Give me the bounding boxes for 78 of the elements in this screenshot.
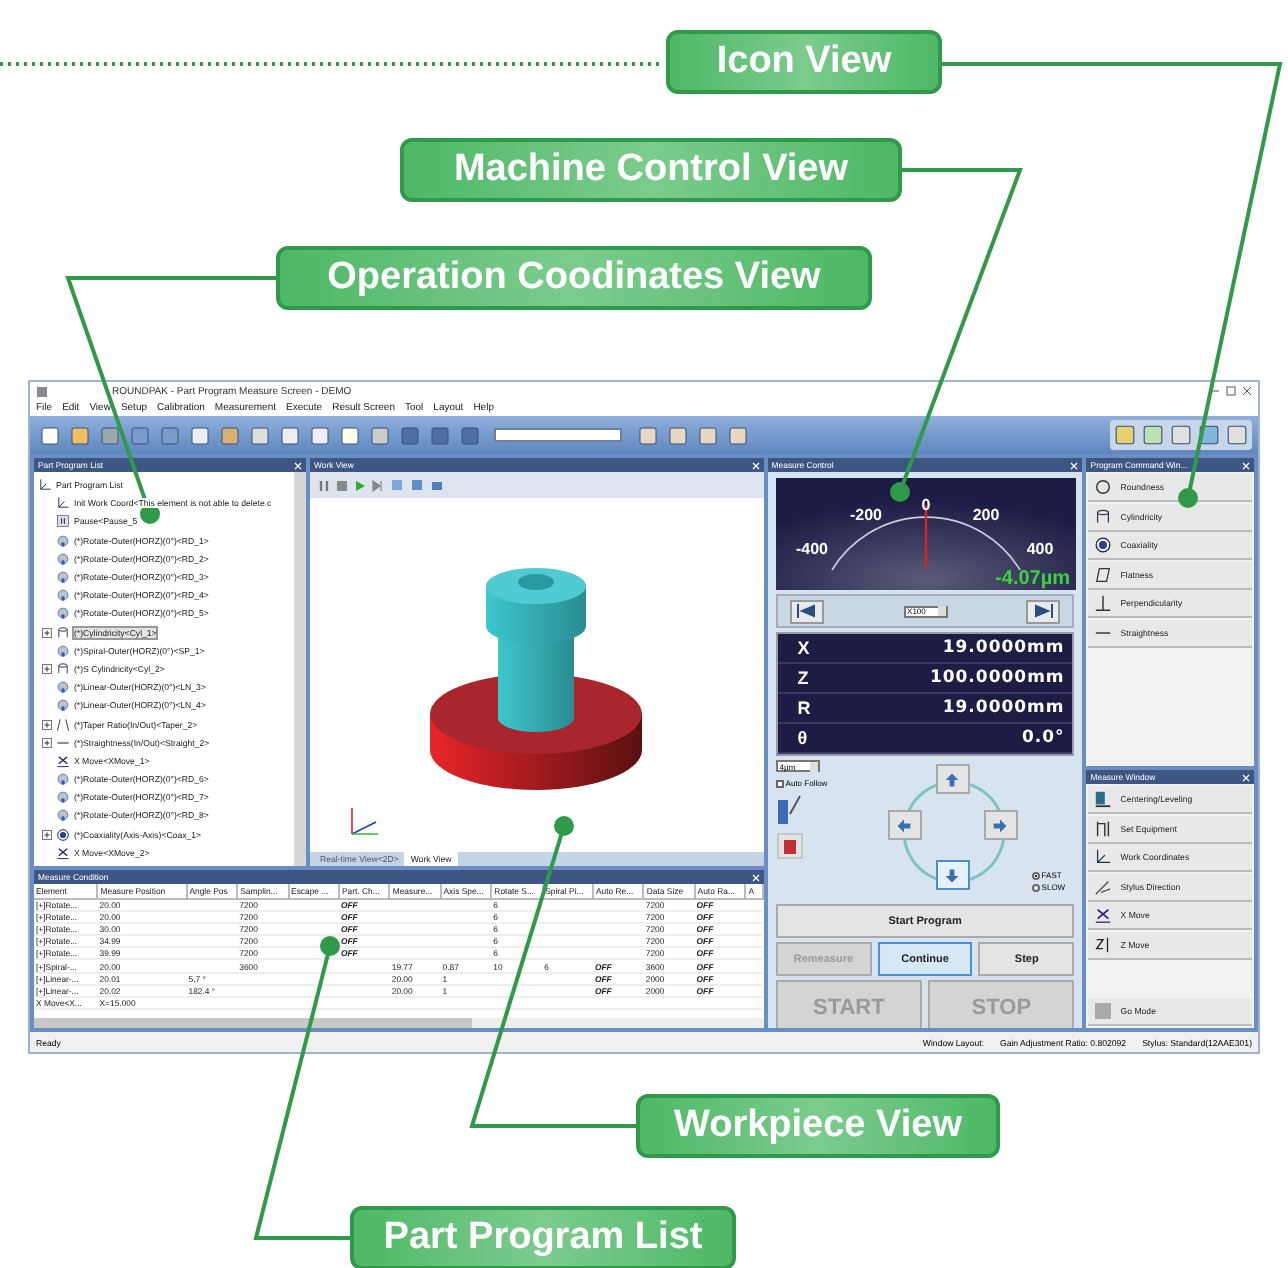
jog-button[interactable] bbox=[935, 860, 970, 890]
expand-toggle-icon[interactable] bbox=[42, 663, 52, 674]
rotate-icon bbox=[56, 772, 70, 787]
expand-toggle-icon[interactable] bbox=[42, 737, 52, 748]
stylus-icon bbox=[775, 794, 804, 826]
cylindricity-icon bbox=[1094, 507, 1113, 525]
cylindricity-icon bbox=[56, 661, 70, 676]
centering-icon bbox=[1094, 790, 1113, 808]
callout-label: Part Program List bbox=[350, 1206, 736, 1268]
axis-label: R bbox=[797, 698, 811, 718]
move-icon bbox=[56, 845, 70, 860]
scale-label: 0 bbox=[921, 496, 931, 514]
previous-button[interactable] bbox=[789, 599, 824, 623]
right-arrow-icon bbox=[992, 817, 1009, 833]
scale-label: 400 bbox=[1026, 540, 1053, 558]
rotate-icon bbox=[56, 606, 70, 621]
coordinates-icon bbox=[1094, 848, 1113, 866]
expand-toggle-icon[interactable] bbox=[42, 719, 52, 730]
skip-icon[interactable] bbox=[372, 479, 384, 491]
coaxiality-icon bbox=[1094, 536, 1113, 554]
tool-icon[interactable] bbox=[775, 832, 804, 860]
rotate-icon bbox=[56, 808, 70, 823]
deviation-reading: -4.07µm bbox=[994, 568, 1070, 590]
left-arrow-icon bbox=[896, 817, 913, 833]
scale-label: 200 bbox=[972, 506, 999, 524]
rotate-icon bbox=[56, 680, 70, 695]
callout-label: Machine Control View bbox=[400, 138, 902, 202]
coord-icon bbox=[38, 478, 52, 493]
callout-label: Workpiece View bbox=[636, 1094, 1000, 1158]
pause-icon bbox=[56, 514, 70, 529]
perpendicularity-icon bbox=[1094, 594, 1113, 612]
rotate-icon bbox=[56, 588, 70, 603]
move-icon bbox=[56, 753, 70, 768]
down-arrow-icon bbox=[944, 867, 961, 883]
scale-label: -200 bbox=[849, 506, 882, 524]
skip-forward-icon bbox=[1033, 604, 1054, 618]
rotate-icon bbox=[56, 551, 70, 566]
rotate-icon bbox=[56, 698, 70, 713]
axis-label: θ bbox=[797, 728, 808, 748]
play-icon[interactable] bbox=[354, 479, 366, 491]
expand-toggle-icon[interactable] bbox=[42, 829, 52, 840]
rotate-icon bbox=[56, 790, 70, 805]
rotate-icon bbox=[56, 570, 70, 585]
pause-icon[interactable] bbox=[318, 479, 330, 491]
skip-back-icon bbox=[796, 604, 817, 618]
axis-value: 100.0000mm bbox=[929, 668, 1065, 688]
axis-label: X bbox=[797, 638, 810, 658]
toolbar-dropdown[interactable] bbox=[494, 428, 622, 442]
x-move-icon bbox=[1094, 906, 1113, 924]
jog-button[interactable] bbox=[887, 810, 922, 840]
rotate-icon bbox=[56, 533, 70, 548]
jog-button[interactable] bbox=[983, 810, 1018, 840]
axis-value: 0.0° bbox=[1021, 728, 1065, 748]
minimize-icon[interactable] bbox=[1210, 386, 1220, 396]
z-move-icon bbox=[1094, 935, 1113, 953]
axis-value: 19.0000mm bbox=[942, 638, 1065, 658]
coord-icon bbox=[56, 496, 70, 511]
stop-icon[interactable] bbox=[336, 479, 348, 491]
rotate-icon bbox=[56, 643, 70, 658]
stylus-icon bbox=[1094, 877, 1113, 895]
close-icon[interactable] bbox=[1242, 386, 1252, 396]
axis-label: Z bbox=[797, 668, 809, 688]
callout-label: Icon View bbox=[666, 30, 942, 94]
equipment-icon bbox=[1094, 819, 1113, 837]
up-arrow-icon bbox=[944, 771, 961, 787]
horizontal-scrollbar[interactable] bbox=[34, 1018, 764, 1028]
next-button[interactable] bbox=[1026, 599, 1061, 623]
maximize-icon[interactable] bbox=[1226, 386, 1236, 396]
expand-toggle-icon[interactable] bbox=[42, 627, 52, 638]
cylindricity-icon bbox=[56, 625, 70, 640]
jog-button[interactable] bbox=[935, 764, 970, 794]
flatness-icon bbox=[1094, 565, 1113, 583]
taper-icon bbox=[56, 717, 70, 732]
scale-label: -400 bbox=[795, 540, 828, 558]
callout-label: Operation Coodinates View bbox=[276, 246, 872, 310]
roundness-icon bbox=[1094, 478, 1113, 496]
axis-value: 19.0000mm bbox=[942, 698, 1065, 718]
coaxiality-icon bbox=[56, 827, 70, 842]
